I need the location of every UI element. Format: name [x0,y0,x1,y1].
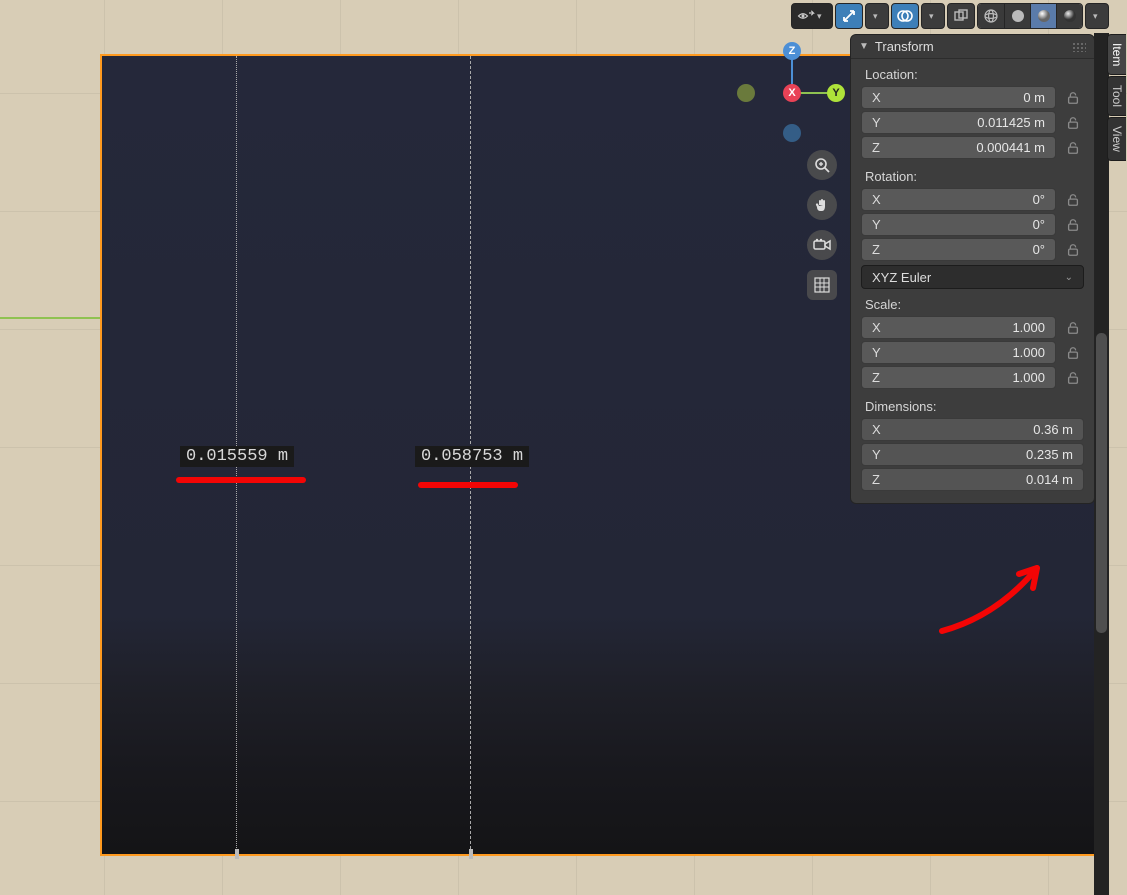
dimensions-y-field[interactable]: Y0.235 m [861,443,1084,466]
location-z-field[interactable]: Z0.000441 m [861,136,1056,159]
grid-icon [814,277,830,293]
scale-x-lock[interactable] [1062,316,1084,339]
shading-dropdown[interactable]: ▾ [1085,3,1109,29]
drag-grip-icon[interactable] [1072,42,1086,52]
orientation-gizmo[interactable]: Z X Y [747,48,837,138]
rotation-order-value: XYZ Euler [872,270,931,285]
unlock-icon [1066,141,1080,155]
unlock-icon [1066,116,1080,130]
xray-toggle-button[interactable] [947,3,975,29]
shading-wireframe[interactable] [978,4,1004,28]
unlock-icon [1066,321,1080,335]
dimensions-x-field[interactable]: X0.36 m [861,418,1084,441]
camera-button[interactable] [807,230,837,260]
gizmo-arrows-icon [841,8,857,24]
transform-panel-header[interactable]: ▼ Transform [851,35,1094,59]
location-x-field[interactable]: X0 m [861,86,1056,109]
unlock-icon [1066,243,1080,257]
magnify-plus-icon [814,157,830,173]
dimensions-label: Dimensions: [851,391,1094,418]
location-y-field[interactable]: Y0.011425 m [861,111,1056,134]
select-visibility-button[interactable]: ▾ [791,3,833,29]
rotation-label: Rotation: [851,161,1094,188]
material-sphere-icon [1036,8,1052,24]
eye-arrow-icon [797,9,815,23]
tab-item[interactable]: Item [1107,34,1126,75]
camera-icon [813,238,831,252]
rotation-x-lock[interactable] [1062,188,1084,211]
gizmo-z-ball[interactable]: Z [783,42,801,60]
perspective-grid-button[interactable] [807,270,837,300]
edge-mark [235,849,239,859]
location-label: Location: [851,59,1094,86]
rotation-z-lock[interactable] [1062,238,1084,261]
unlock-icon [1066,346,1080,360]
gizmo-toggle-button[interactable] [835,3,863,29]
tab-tool[interactable]: Tool [1107,76,1126,116]
rotation-y-lock[interactable] [1062,213,1084,236]
overlays-icon [897,8,913,24]
unlock-icon [1066,218,1080,232]
rotation-order-dropdown[interactable]: XYZ Euler ⌄ [861,265,1084,289]
scale-y-field[interactable]: Y1.000 [861,341,1056,364]
gizmo-y-ball[interactable]: Y [827,84,845,102]
rendered-sphere-icon [1062,8,1078,24]
rotation-x-field[interactable]: X0° [861,188,1056,211]
scroll-thumb[interactable] [1096,333,1107,633]
gizmo-x-ball[interactable]: X [783,84,801,102]
transform-panel: ▼ Transform Location: X0 m Y0.011425 m Z… [850,34,1095,504]
overlays-toggle-button[interactable] [891,3,919,29]
annotation-underline-2 [418,482,518,488]
scale-z-lock[interactable] [1062,366,1084,389]
solid-sphere-icon [1010,8,1026,24]
rotation-z-field[interactable]: Z0° [861,238,1056,261]
chevron-down-icon: ⌄ [1065,272,1073,283]
location-z-lock[interactable] [1062,136,1084,159]
n-panel-tabs: Item Tool View [1107,34,1127,162]
gizmo-neg-y-ball[interactable] [737,84,755,102]
location-x-lock[interactable] [1062,86,1084,109]
annotation-underline-1 [176,477,306,483]
axis-line-y [0,317,102,319]
edge-mark [469,849,473,859]
zoom-button[interactable] [807,150,837,180]
tab-view[interactable]: View [1107,117,1126,161]
chevron-down-icon: ▾ [1093,11,1103,22]
scale-x-field[interactable]: X1.000 [861,316,1056,339]
rotation-y-field[interactable]: Y0° [861,213,1056,236]
dimensions-z-field[interactable]: Z0.014 m [861,468,1084,491]
chevron-down-icon: ▾ [929,11,939,22]
location-y-lock[interactable] [1062,111,1084,134]
unlock-icon [1066,91,1080,105]
xray-icon [953,8,969,24]
shading-solid[interactable] [1004,4,1030,28]
scale-label: Scale: [851,289,1094,316]
scale-y-lock[interactable] [1062,341,1084,364]
edge-measure-1: 0.015559 m [180,446,294,467]
unlock-icon [1066,193,1080,207]
gizmo-dropdown[interactable]: ▾ [865,3,889,29]
shading-material[interactable] [1030,4,1056,28]
chevron-down-icon: ▾ [873,11,883,22]
transform-title: Transform [875,39,934,54]
overlays-dropdown[interactable]: ▾ [921,3,945,29]
wireframe-sphere-icon [983,8,999,24]
viewport-scrollbar[interactable] [1094,33,1109,895]
header-toolbar: ▾ ▾ ▾ ▾ [791,2,1109,30]
gizmo-neg-z-ball[interactable] [783,124,801,142]
viewport-nav-buttons [807,150,837,300]
hand-icon [814,197,830,213]
edge-measure-2: 0.058753 m [415,446,529,467]
chevron-down-icon: ▾ [817,11,827,22]
pan-button[interactable] [807,190,837,220]
annotation-arrow [937,556,1057,636]
shading-mode-segment [977,3,1083,29]
scale-z-field[interactable]: Z1.000 [861,366,1056,389]
shading-rendered[interactable] [1056,4,1082,28]
disclosure-triangle-icon: ▼ [859,41,869,52]
unlock-icon [1066,371,1080,385]
